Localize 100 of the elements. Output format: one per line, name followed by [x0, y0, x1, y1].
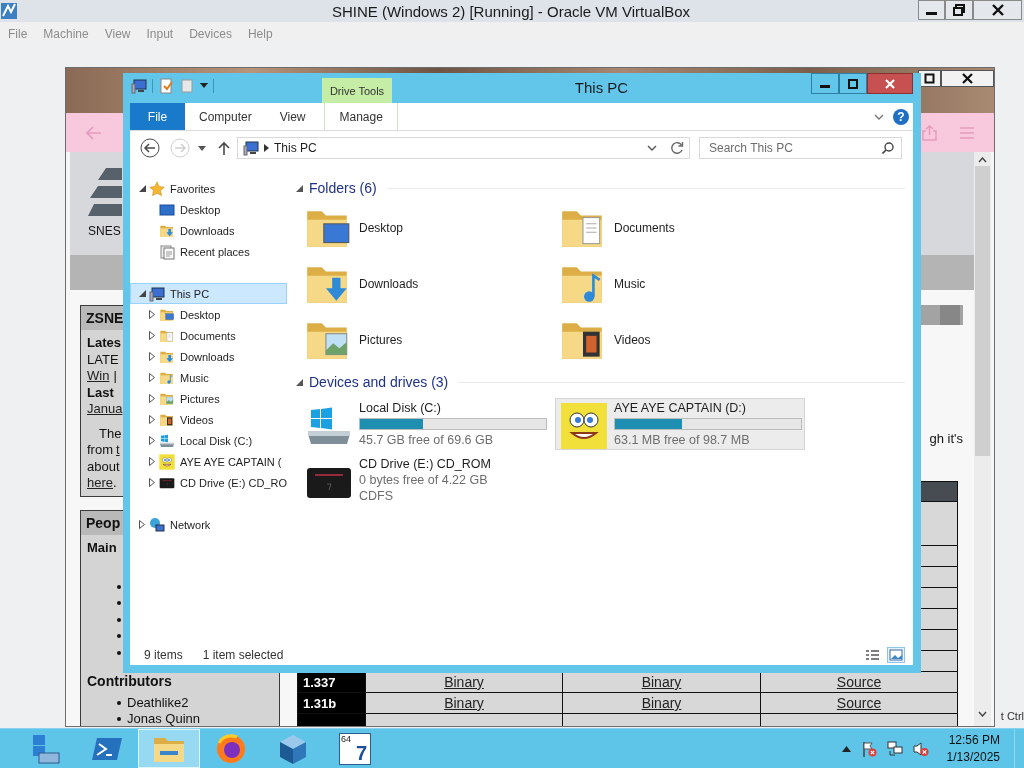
- nav-item[interactable]: Pictures: [130, 388, 287, 409]
- drive-tile[interactable]: AYE AYE CAPTAIN (D:) 63.1 MB free of 98.7 MB: [555, 398, 805, 450]
- drive-space-text: 63.1 MB free of 98.7 MB: [614, 432, 751, 448]
- link[interactable]: t: [116, 442, 120, 459]
- star-icon: [149, 180, 165, 197]
- collapsed-arrow-icon[interactable]: [149, 352, 155, 361]
- drive-name: AYE AYE CAPTAIN (D:): [614, 400, 747, 416]
- minimize-button[interactable]: [811, 73, 839, 94]
- nav-item[interactable]: Downloads: [130, 220, 287, 241]
- restore-button[interactable]: [945, 0, 973, 20]
- download-link[interactable]: Binary: [444, 695, 484, 711]
- bullet-dot: [117, 601, 121, 606]
- expanded-arrow-icon[interactable]: [296, 184, 303, 192]
- nav-item[interactable]: This PC: [130, 283, 287, 304]
- download-link[interactable]: Binary: [641, 674, 682, 690]
- close-button[interactable]: [973, 0, 1022, 20]
- window-title: SHINE (Windows 2) [Running] - Oracle VM VirtualBox: [330, 2, 692, 20]
- collapsed-arrow-icon[interactable]: [149, 478, 155, 487]
- address-bar[interactable]: This PC: [237, 137, 690, 159]
- address-dropdown-icon[interactable]: [647, 145, 657, 151]
- file-menu-tab[interactable]: File: [130, 103, 185, 130]
- restore-icon: [924, 73, 935, 84]
- link[interactable]: Janua: [87, 401, 123, 418]
- scroll-up-icon[interactable]: [978, 157, 987, 163]
- ribbon-tab[interactable]: Manage: [324, 103, 398, 130]
- nav-item[interactable]: CD Drive (E:) CD_RO: [130, 472, 287, 493]
- nav-item[interactable]: AYE AYE CAPTAIN (: [130, 451, 287, 472]
- properties-icon[interactable]: [158, 78, 174, 94]
- drive-tile[interactable]: CD Drive (E:) CD_ROM 0 bytes free of 4.22 GB CDFS: [300, 454, 555, 506]
- taskbar-app-button[interactable]: [138, 729, 200, 768]
- window-title: This PC: [573, 78, 630, 98]
- show-hidden-icons-icon[interactable]: [841, 745, 851, 752]
- network-status-icon[interactable]: [886, 740, 903, 757]
- collapsed-arrow-icon[interactable]: [149, 436, 155, 445]
- drive-space-text: 0 bytes free of 4.22 GB: [359, 472, 489, 488]
- taskbar-app-button[interactable]: 64 7: [324, 729, 386, 768]
- contributor-name: Deathlike2: [127, 694, 189, 711]
- scroll-down-icon[interactable]: [978, 711, 987, 717]
- collapsed-arrow-icon[interactable]: [149, 415, 155, 424]
- dropdown-icon[interactable]: [200, 83, 208, 89]
- expand-ribbon-icon[interactable]: [874, 113, 884, 120]
- link[interactable]: here: [87, 475, 114, 492]
- maximize-button[interactable]: [839, 73, 867, 94]
- group-header[interactable]: Devices and drives (3): [309, 374, 449, 390]
- section-heading: Contributors: [87, 673, 173, 690]
- nav-item[interactable]: Recent places: [130, 241, 287, 262]
- collapsed-arrow-icon[interactable]: [149, 310, 155, 319]
- breadcrumb[interactable]: This PC: [274, 141, 317, 155]
- collapsed-arrow-icon[interactable]: [149, 373, 155, 382]
- collapsed-arrow-icon[interactable]: [149, 457, 155, 466]
- screen-icon: [159, 201, 175, 218]
- flag-error-icon[interactable]: [860, 740, 877, 757]
- browser-globe-icon: [215, 732, 247, 765]
- scrollbar-thumb[interactable]: [975, 166, 990, 456]
- folder-tile[interactable]: Downloads: [302, 256, 557, 312]
- collapsed-arrow-icon[interactable]: [139, 520, 145, 529]
- download-link[interactable]: Binary: [641, 695, 682, 711]
- help-button[interactable]: ?: [893, 108, 909, 125]
- nav-item[interactable]: Desktop: [130, 199, 287, 220]
- cube-icon: [278, 732, 308, 765]
- search-field[interactable]: Search This PC: [699, 137, 902, 159]
- close-icon: [885, 78, 895, 89]
- folder-tile[interactable]: Documents: [557, 200, 812, 256]
- large-icons-view-button[interactable]: [887, 647, 905, 663]
- download-link[interactable]: Binary: [444, 674, 484, 690]
- up-arrow-icon[interactable]: [218, 141, 230, 155]
- download-link[interactable]: Source: [836, 695, 882, 711]
- nav-item[interactable]: Music: [130, 367, 287, 388]
- hard-drive-icon: [159, 432, 175, 449]
- group-header[interactable]: Folders (6): [309, 180, 377, 196]
- expanded-arrow-icon[interactable]: [139, 185, 146, 192]
- bullet-dot: [117, 700, 121, 705]
- refresh-icon[interactable]: [670, 141, 684, 155]
- folder-tile[interactable]: Pictures: [302, 312, 557, 368]
- nav-item[interactable]: Favorites: [130, 178, 287, 199]
- close-icon: [991, 4, 1004, 16]
- collapsed-arrow-icon[interactable]: [149, 394, 155, 403]
- expanded-arrow-icon[interactable]: [296, 378, 303, 386]
- file-system-text: CDFS: [359, 488, 395, 504]
- expanded-arrow-icon[interactable]: [139, 290, 146, 297]
- folder-tile[interactable]: Videos: [557, 312, 812, 368]
- link[interactable]: Win: [87, 368, 110, 385]
- back-button[interactable]: [140, 138, 160, 158]
- minimize-button[interactable]: [918, 0, 945, 20]
- table-cell: 1.31b: [297, 692, 366, 714]
- close-button[interactable]: [867, 73, 913, 94]
- breadcrumb-arrow-icon[interactable]: [264, 144, 269, 152]
- download-link[interactable]: Source: [836, 674, 882, 690]
- folder-tile[interactable]: Music: [557, 256, 812, 312]
- collapsed-arrow-icon[interactable]: [149, 331, 155, 340]
- nav-item[interactable]: Downloads: [130, 346, 287, 367]
- details-view-button[interactable]: [863, 647, 881, 663]
- nav-item[interactable]: Local Disk (C:): [130, 430, 287, 451]
- drive-tile[interactable]: Local Disk (C:) 45.7 GB free of 69.6 GB: [300, 398, 555, 450]
- folder-tile[interactable]: Desktop: [302, 200, 557, 256]
- speaker-muted-icon[interactable]: [912, 740, 929, 757]
- close-button[interactable]: [941, 70, 994, 87]
- drive-name: Local Disk (C:): [359, 400, 442, 416]
- clock[interactable]: 12:56 PM 1/13/2025: [946, 731, 1000, 766]
- nav-item[interactable]: Videos: [130, 409, 287, 430]
